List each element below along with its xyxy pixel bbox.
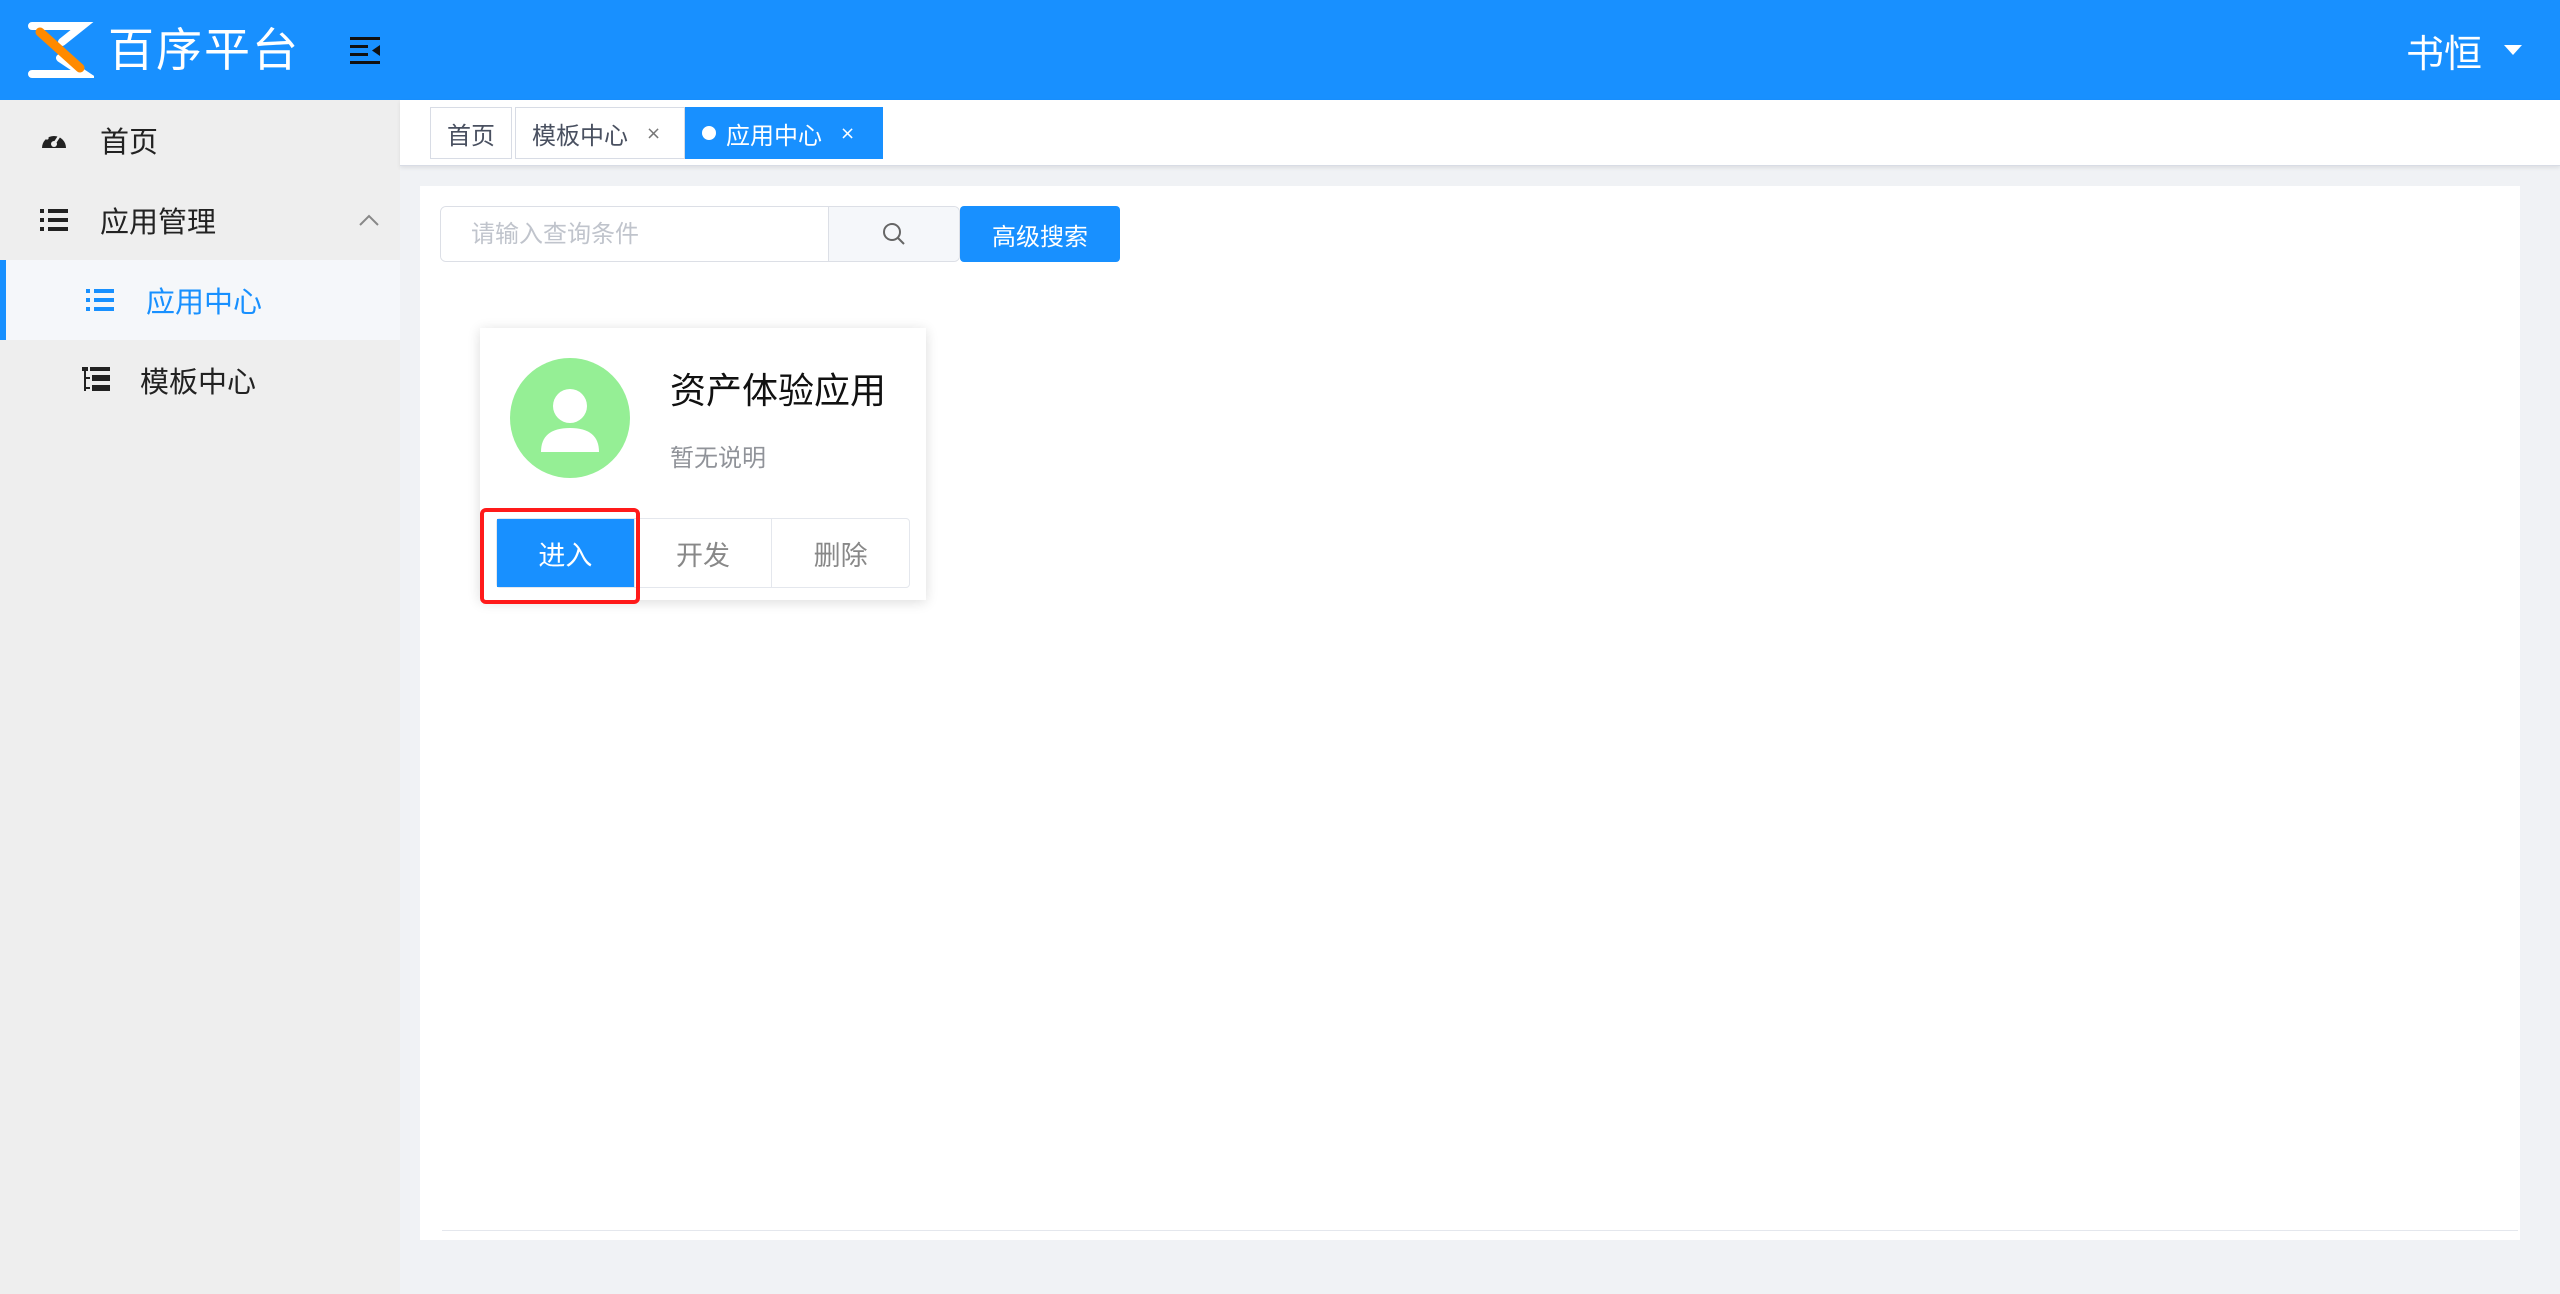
search-box [440, 206, 960, 262]
tab-label: 模板中心 [532, 121, 628, 150]
chevron-down-icon [2504, 45, 2522, 55]
advanced-search-button[interactable]: 高级搜索 [960, 206, 1120, 262]
chevron-up-icon [359, 214, 379, 226]
active-indicator [0, 260, 6, 340]
user-name: 书恒 [2405, 31, 2482, 76]
tree-table-icon [82, 367, 110, 391]
search-input[interactable] [441, 207, 828, 261]
sidebar-item-home[interactable]: 首页 [0, 100, 400, 180]
sidebar-item-label: 应用中心 [146, 285, 263, 319]
delete-button[interactable]: 删除 [771, 519, 909, 587]
logo-icon [28, 22, 94, 78]
develop-button[interactable]: 开发 [633, 519, 772, 587]
brand-title: 百序平台 [108, 23, 300, 77]
top-header: 百序平台 书恒 [0, 0, 2560, 100]
tags-view: 首页 模板中心 × 应用中心 × [400, 100, 2560, 166]
sidebar-item-app-management[interactable]: 应用管理 [0, 180, 400, 260]
card-actions: 进入 开发 删除 [496, 518, 910, 588]
dashboard-icon [42, 132, 66, 148]
main-content: 高级搜索 资产体验应用 暂无说明 进入 开发 删除 [420, 186, 2520, 1240]
menu-collapse-icon[interactable] [348, 34, 384, 66]
sidebar-item-app-center[interactable]: 应用中心 [0, 260, 400, 340]
close-icon[interactable]: × [646, 123, 661, 144]
sidebar: 首页 应用管理 应用中心 模板中心 [0, 100, 400, 1294]
user-menu[interactable]: 书恒 [2406, 22, 2522, 78]
app-card: 资产体验应用 暂无说明 进入 开发 删除 [480, 328, 926, 604]
user-icon [541, 389, 599, 452]
search-icon [882, 223, 905, 245]
tab-label: 应用中心 [726, 121, 822, 150]
sidebar-item-label: 首页 [100, 125, 159, 159]
tab-home[interactable]: 首页 [430, 107, 512, 159]
app-description: 暂无说明 [670, 444, 766, 472]
divider [442, 1230, 2518, 1231]
list-icon [86, 289, 114, 311]
tab-app-center[interactable]: 应用中心 × [685, 107, 883, 159]
sidebar-item-template-center[interactable]: 模板中心 [0, 340, 400, 420]
active-dot [702, 126, 716, 140]
app-title: 资产体验应用 [670, 371, 887, 412]
tab-label: 首页 [447, 121, 495, 150]
list-icon [40, 209, 68, 231]
avatar [510, 358, 630, 478]
enter-button[interactable]: 进入 [497, 519, 634, 587]
search-button[interactable] [827, 207, 959, 261]
tab-template-center[interactable]: 模板中心 × [515, 107, 685, 159]
sidebar-item-label: 应用管理 [100, 205, 217, 239]
close-icon[interactable]: × [840, 123, 855, 144]
sidebar-item-label: 模板中心 [140, 365, 257, 399]
